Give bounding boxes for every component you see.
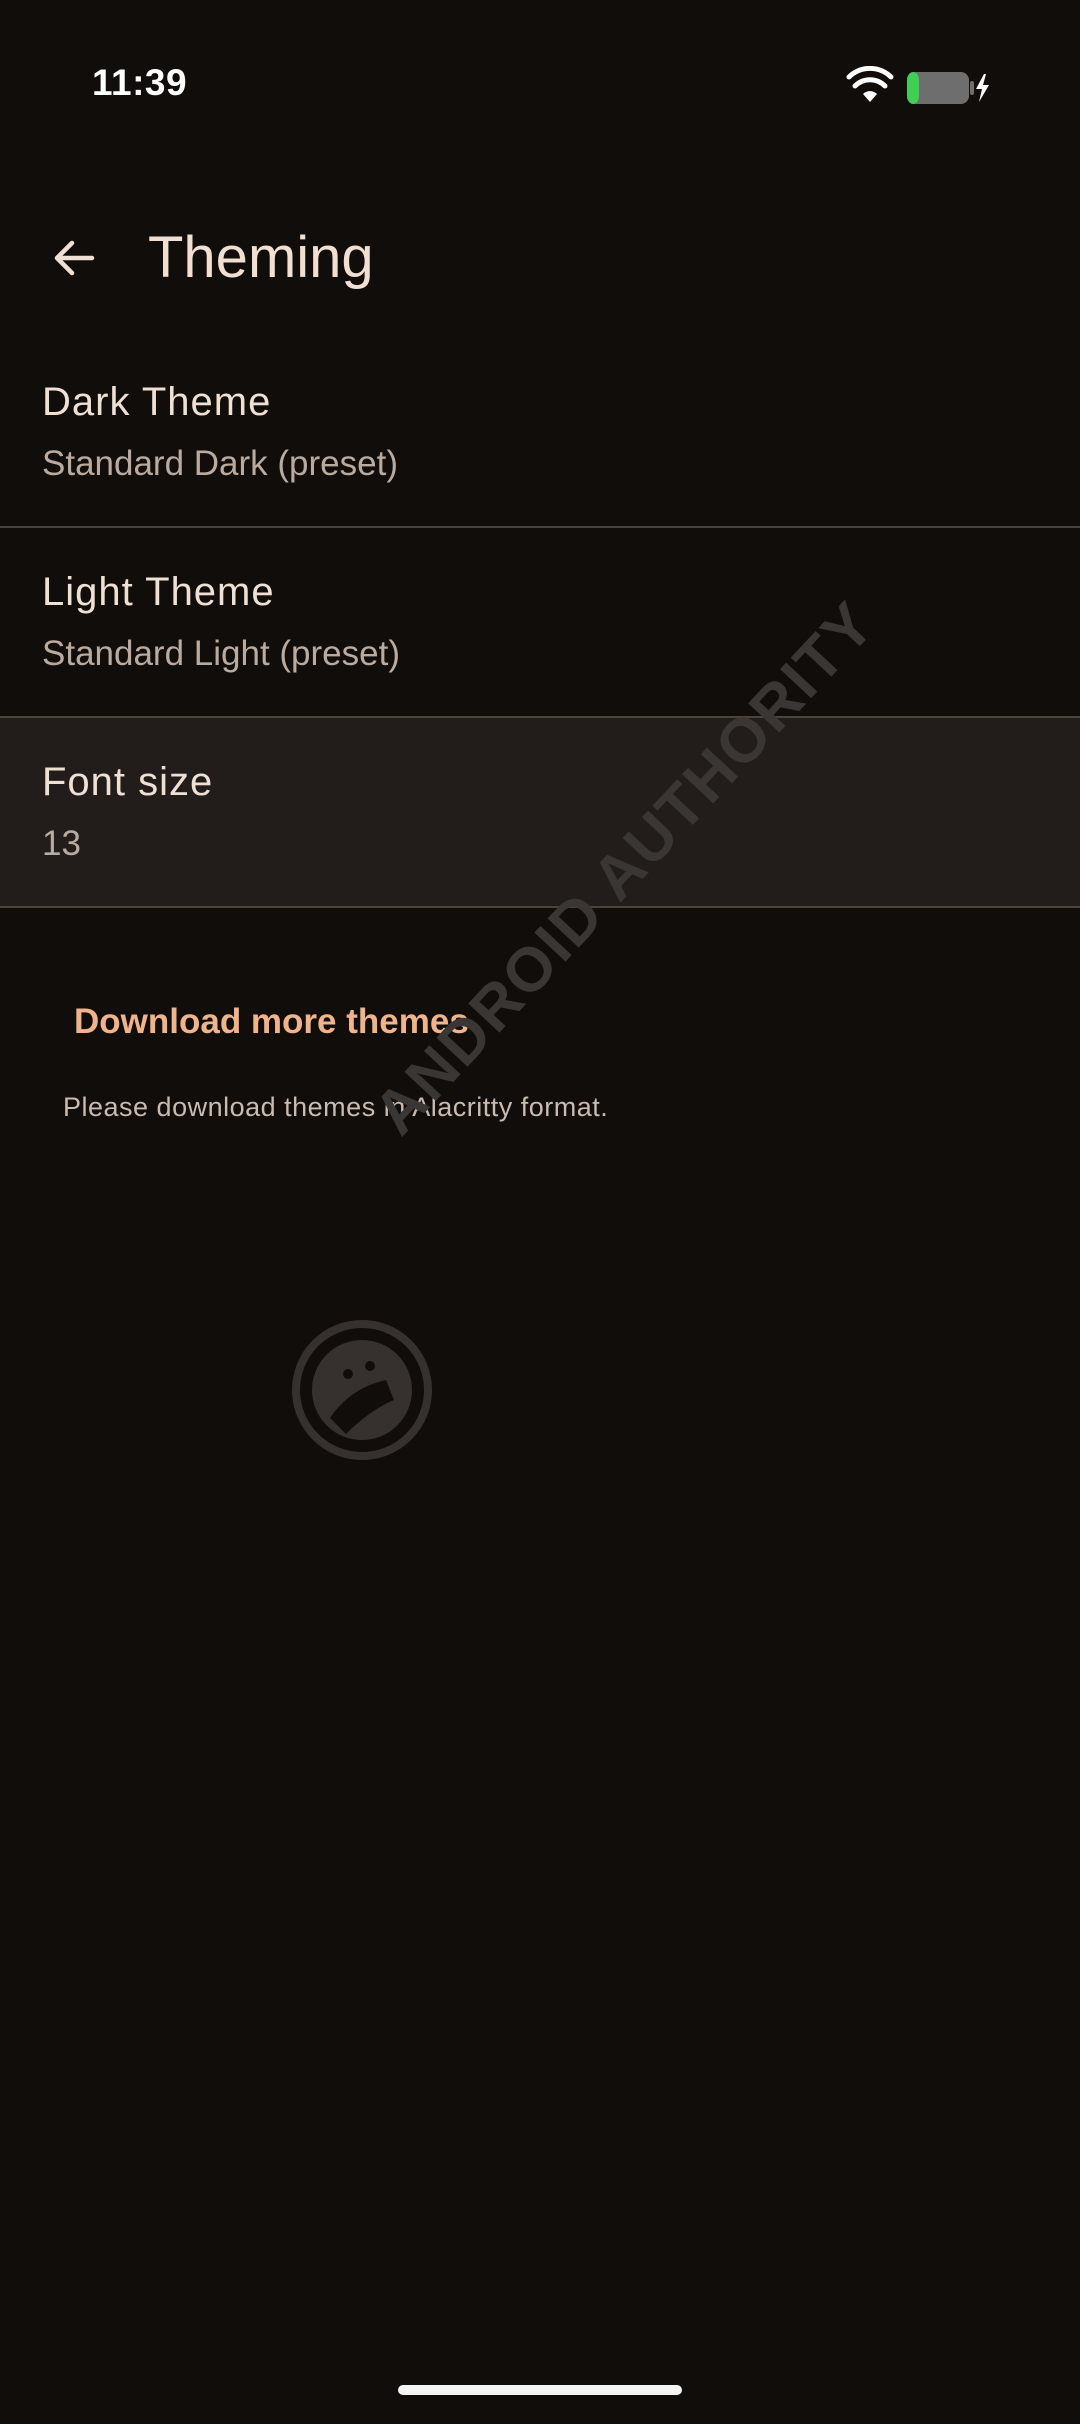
android-authority-logo [292, 1320, 432, 1460]
arrow-left-icon [54, 240, 95, 276]
theming-screen: 11:39 Theming Dark Theme Standard Dark (… [0, 0, 1080, 2424]
download-note: Please download themes in Alacritty form… [63, 1092, 609, 1122]
font-size-setting[interactable]: Font size 13 [0, 718, 1080, 908]
setting-title: Light Theme [42, 570, 275, 614]
setting-value: 13 [42, 824, 81, 863]
download-more-themes-link[interactable]: Download more themes [74, 1002, 469, 1042]
back-button[interactable] [36, 220, 112, 296]
light-theme-setting[interactable]: Light Theme Standard Light (preset) [0, 528, 1080, 718]
setting-title: Font size [42, 760, 214, 804]
setting-value: Standard Dark (preset) [42, 444, 398, 483]
battery-charging-icon [907, 72, 989, 104]
wifi-icon [846, 66, 894, 102]
settings-list: Dark Theme Standard Dark (preset) Light … [0, 338, 1080, 908]
dark-theme-setting[interactable]: Dark Theme Standard Dark (preset) [0, 338, 1080, 528]
status-time: 11:39 [92, 62, 188, 103]
setting-value: Standard Light (preset) [42, 634, 400, 673]
page-title: Theming [148, 225, 374, 290]
app-bar: Theming [0, 190, 1080, 322]
status-bar: 11:39 [0, 0, 1080, 160]
setting-title: Dark Theme [42, 380, 272, 424]
gesture-navigation-handle[interactable] [398, 2385, 682, 2395]
